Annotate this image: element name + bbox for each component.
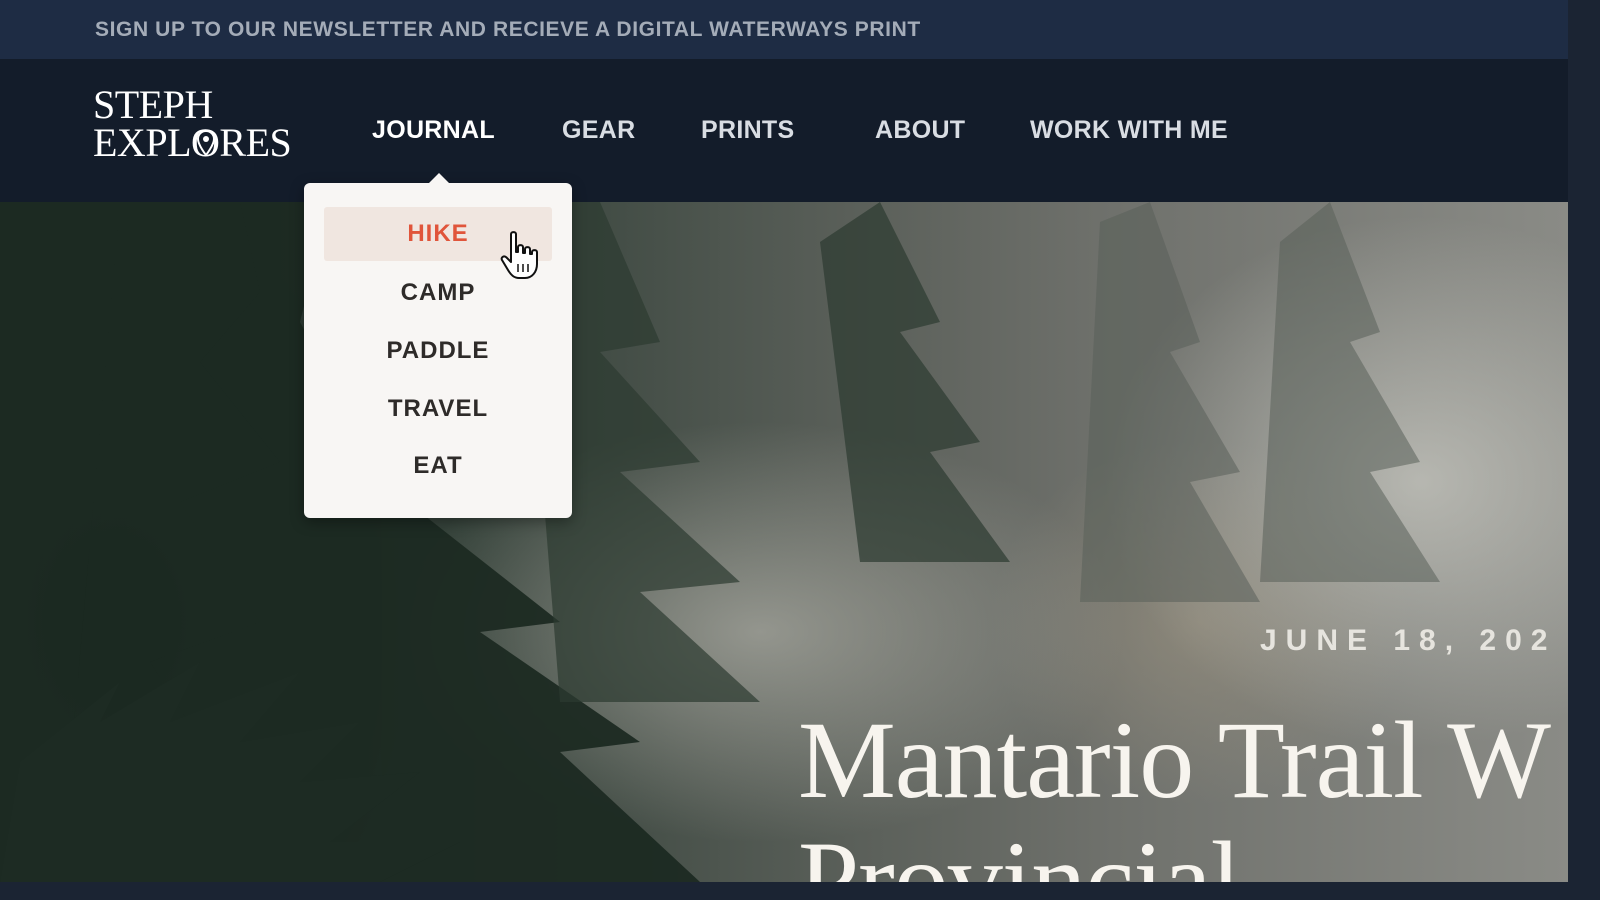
nav-journal[interactable]: JOURNAL bbox=[372, 116, 495, 145]
logo-line-2: EXPLORES bbox=[93, 120, 292, 165]
dropdown-item-travel[interactable]: TRAVEL bbox=[324, 382, 552, 436]
hand-pointer-icon bbox=[500, 231, 538, 279]
map-pin-icon bbox=[197, 130, 215, 156]
dropdown-item-eat[interactable]: EAT bbox=[324, 439, 552, 493]
post-title-line-1: Mantario Trail W bbox=[798, 699, 1551, 821]
post-title[interactable]: Mantario Trail W Provincial bbox=[798, 699, 1551, 882]
logo-line-1: STEPH bbox=[93, 82, 213, 127]
hero-image: JUNE 18, 202 Mantario Trail W Provincial bbox=[0, 202, 1568, 882]
site-logo[interactable]: STEPH EXPLORES bbox=[93, 82, 292, 165]
post-date: JUNE 18, 202 bbox=[1260, 624, 1557, 657]
newsletter-banner[interactable]: SIGN UP TO OUR NEWSLETTER AND RECIEVE A … bbox=[0, 0, 1568, 59]
newsletter-banner-text[interactable]: SIGN UP TO OUR NEWSLETTER AND RECIEVE A … bbox=[95, 18, 921, 42]
post-title-line-2: Provincial bbox=[798, 819, 1241, 882]
nav-gear[interactable]: GEAR bbox=[562, 116, 635, 145]
nav-prints[interactable]: PRINTS bbox=[701, 116, 794, 145]
dropdown-item-paddle[interactable]: PADDLE bbox=[324, 324, 552, 378]
nav-work-with-me[interactable]: WORK WITH ME bbox=[1030, 116, 1228, 145]
nav-about[interactable]: ABOUT bbox=[875, 116, 965, 145]
